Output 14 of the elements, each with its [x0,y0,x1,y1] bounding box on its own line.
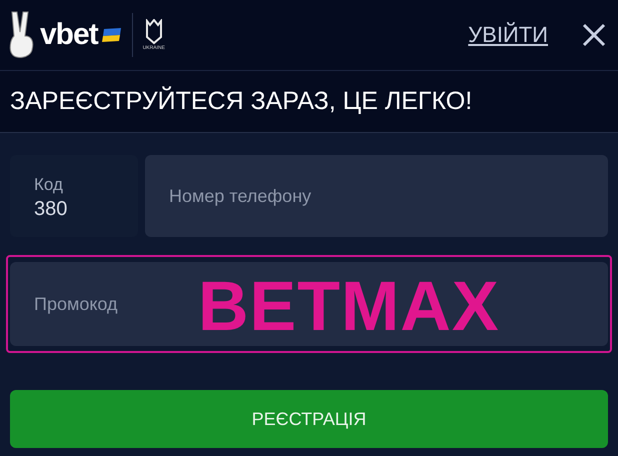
promo-code-text: BETMAX [198,266,500,346]
promo-code-field[interactable]: Промокод BETMAX [10,262,608,346]
page-title: ЗАРЕЄСТРУЙТЕСЯ ЗАРАЗ, ЦЕ ЛЕГКО! [10,87,472,116]
flag-icon [102,28,122,42]
code-value: 380 [34,198,68,221]
brand-logo: vbet [40,18,98,52]
phone-field[interactable]: Номер телефону [145,155,608,237]
peace-hand-icon [8,10,36,60]
login-link[interactable]: УВІЙТИ [468,22,548,48]
country-code-field[interactable]: Код 380 [10,155,138,237]
code-label: Код [34,175,64,195]
register-button[interactable]: РЕЄСТРАЦІЯ [10,390,608,448]
promo-placeholder: Промокод [34,294,118,314]
close-icon[interactable] [582,23,606,47]
